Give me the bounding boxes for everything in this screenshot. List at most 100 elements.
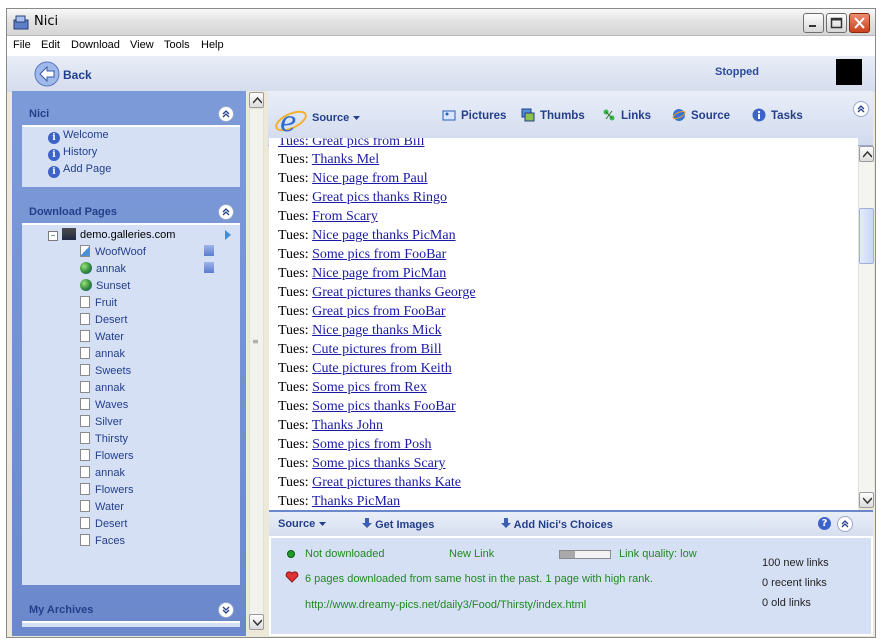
scroll-down-button[interactable] bbox=[859, 492, 874, 508]
collapse-toggle-icon[interactable]: − bbox=[48, 231, 58, 241]
tree-item[interactable]: annak bbox=[80, 347, 125, 360]
tree-item[interactable]: Silver bbox=[80, 415, 123, 428]
list-item: Tues: Great pictures thanks George bbox=[278, 285, 476, 301]
links-label: Links bbox=[621, 110, 652, 122]
nici-app-icon bbox=[13, 15, 29, 30]
page-link[interactable]: Some pics thanks FooBar bbox=[312, 399, 456, 414]
chevron-down-icon bbox=[319, 522, 327, 526]
history-link[interactable]: i History bbox=[48, 146, 97, 161]
page-link[interactable]: Nice page from Paul bbox=[312, 171, 427, 186]
minimize-button[interactable] bbox=[803, 13, 824, 33]
page-link[interactable]: Thanks John bbox=[312, 418, 383, 433]
page-link[interactable]: Thanks PicMan bbox=[312, 494, 400, 509]
tree-item-label: annak bbox=[95, 348, 125, 360]
list-item: Tues: Some pics from FooBar bbox=[278, 247, 446, 263]
tasks-button[interactable]: Tasks bbox=[752, 108, 803, 122]
scroll-up-button[interactable] bbox=[859, 146, 874, 162]
tree-item[interactable]: Flowers bbox=[80, 483, 134, 496]
pictures-button[interactable]: Pictures bbox=[442, 108, 506, 122]
tree-item[interactable]: Sweets bbox=[80, 364, 131, 377]
collapse-icon[interactable] bbox=[218, 204, 234, 220]
page-link[interactable]: Some pics from FooBar bbox=[312, 247, 446, 262]
maximize-button[interactable] bbox=[826, 13, 847, 33]
page-link[interactable]: Some pics thanks Scary bbox=[312, 456, 445, 471]
get-images-label: Get Images bbox=[375, 519, 435, 531]
page-link[interactable]: Great pictures thanks George bbox=[312, 285, 475, 300]
page-link[interactable]: Great pics from FooBar bbox=[312, 304, 445, 319]
status-dot-icon bbox=[287, 550, 295, 558]
info-icon: i bbox=[48, 132, 60, 144]
day-prefix: Tues: bbox=[278, 456, 309, 471]
details-source-dropdown[interactable]: Source bbox=[278, 518, 327, 530]
tree-item[interactable]: Waves bbox=[80, 398, 128, 411]
tree-item[interactable]: Sunset bbox=[80, 279, 130, 292]
tree-item[interactable]: Fruit bbox=[80, 296, 117, 309]
menu-help[interactable]: Help bbox=[201, 39, 224, 51]
get-images-button[interactable]: Get Images bbox=[362, 518, 434, 531]
collapse-icon[interactable] bbox=[853, 101, 869, 117]
tree-root[interactable]: − demo.galleries.com bbox=[48, 228, 175, 241]
page-link[interactable]: Cute pictures from Keith bbox=[312, 361, 452, 376]
tree-item[interactable]: Thirsty bbox=[80, 432, 128, 445]
menu-view[interactable]: View bbox=[130, 39, 154, 51]
page-link[interactable]: Nice page from PicMan bbox=[312, 266, 446, 281]
content-scrollbar[interactable] bbox=[858, 146, 874, 508]
scroll-thumb[interactable] bbox=[859, 208, 874, 264]
thumbs-button[interactable]: Thumbs bbox=[521, 108, 585, 122]
menu-tools[interactable]: Tools bbox=[164, 39, 190, 51]
tree-item[interactable]: Flowers bbox=[80, 449, 134, 462]
tasks-label: Tasks bbox=[771, 110, 803, 122]
download-panel-header[interactable]: Download Pages bbox=[22, 201, 240, 223]
page-icon bbox=[80, 330, 90, 342]
welcome-link[interactable]: i Welcome bbox=[48, 129, 109, 144]
tree-item[interactable]: Desert bbox=[80, 517, 127, 530]
page-link[interactable]: Cute pictures from Bill bbox=[312, 342, 441, 357]
info-icon bbox=[752, 108, 766, 122]
scroll-up-button[interactable] bbox=[249, 92, 264, 108]
nici-panel-header[interactable]: Nici bbox=[22, 103, 240, 125]
tree-item[interactable]: annak bbox=[80, 466, 125, 479]
page-link[interactable]: Thanks Mel bbox=[312, 152, 379, 167]
source-view-button[interactable]: Source bbox=[672, 108, 730, 122]
back-button[interactable]: Back bbox=[33, 60, 123, 88]
expand-icon[interactable] bbox=[218, 602, 234, 618]
status-marker-icon bbox=[204, 245, 214, 256]
help-icon[interactable]: ? bbox=[818, 517, 831, 530]
link-url-text[interactable]: http://www.dreamy-pics.net/daily3/Food/T… bbox=[305, 599, 586, 611]
page-link[interactable]: Some pics from Posh bbox=[312, 437, 431, 452]
splitter-track[interactable] bbox=[249, 108, 264, 620]
scroll-down-button[interactable] bbox=[249, 614, 264, 630]
page-link[interactable]: Great pictures thanks Kate bbox=[312, 475, 461, 490]
menu-edit[interactable]: Edit bbox=[41, 39, 60, 51]
left-task-pane: Nici i Welcome i History i Add Page Downloa… bbox=[12, 91, 246, 636]
source-dropdown[interactable]: Source bbox=[312, 112, 361, 124]
pane-splitter[interactable]: ≡ bbox=[246, 91, 268, 636]
list-item: Tues: From Scary bbox=[278, 209, 378, 225]
page-link[interactable]: Some pics from Rex bbox=[312, 380, 427, 395]
archives-panel-header[interactable]: My Archives bbox=[22, 599, 240, 621]
add-choices-button[interactable]: Add Nici's Choices bbox=[501, 518, 613, 531]
partial-row-text[interactable]: Tues: Great pics from Bill bbox=[278, 138, 424, 149]
menu-file[interactable]: File bbox=[13, 39, 31, 51]
tree-item[interactable]: Water bbox=[80, 500, 124, 513]
expand-arrow-icon[interactable] bbox=[224, 230, 232, 240]
day-prefix: Tues: bbox=[278, 152, 309, 167]
tree-item[interactable]: WoofWoof bbox=[80, 245, 146, 258]
page-link[interactable]: Nice page thanks PicMan bbox=[312, 228, 455, 243]
tree-item[interactable]: Desert bbox=[80, 313, 127, 326]
page-link[interactable]: Nice page thanks Mick bbox=[312, 323, 441, 338]
tree-item[interactable]: Water bbox=[80, 330, 124, 343]
tree-item[interactable]: annak bbox=[80, 262, 126, 275]
collapse-icon[interactable] bbox=[218, 106, 234, 122]
tree-item[interactable]: annak bbox=[80, 381, 125, 394]
tree-item[interactable]: Faces bbox=[80, 534, 125, 547]
links-button[interactable]: Links bbox=[602, 108, 651, 122]
grip-icon[interactable]: ≡ bbox=[252, 337, 260, 346]
menu-download[interactable]: Download bbox=[71, 39, 120, 51]
add-page-link[interactable]: i Add Page bbox=[48, 163, 111, 178]
collapse-icon[interactable] bbox=[837, 516, 853, 532]
page-link[interactable]: Great pics thanks Ringo bbox=[312, 190, 447, 205]
close-button[interactable] bbox=[849, 13, 870, 33]
page-link[interactable]: From Scary bbox=[312, 209, 378, 224]
nici-panel-title: Nici bbox=[29, 108, 50, 120]
